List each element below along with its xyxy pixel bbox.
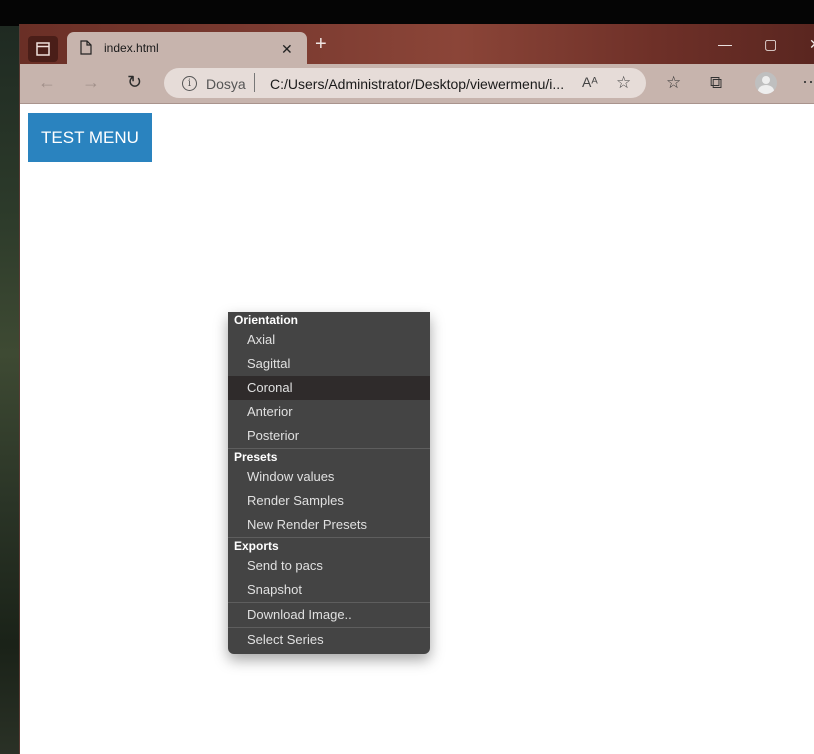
- menu-item-sagittal[interactable]: Sagittal: [228, 352, 430, 376]
- back-button[interactable]: ←: [38, 72, 56, 93]
- menu-item-anterior[interactable]: Anterior: [228, 400, 430, 424]
- menu-item-select-series[interactable]: Select Series: [228, 628, 430, 652]
- read-aloud-icon[interactable]: Aᴬ: [582, 74, 598, 90]
- profile-avatar[interactable]: [755, 72, 777, 94]
- close-window-button[interactable]: ✕: [809, 36, 814, 53]
- file-icon: [80, 40, 92, 55]
- page-content: TEST MENU Orientation Axial Sagittal Cor…: [20, 104, 814, 754]
- new-tab-button[interactable]: +: [315, 34, 327, 54]
- title-bar: index.html ✕ + — ▢ ✕: [20, 24, 814, 64]
- menu-item-new-render-presets[interactable]: New Render Presets: [228, 513, 430, 537]
- menu-header-orientation: Orientation: [234, 313, 299, 327]
- menu-item-posterior[interactable]: Posterior: [228, 424, 430, 448]
- desktop-background-left: [0, 26, 19, 754]
- menu-item-axial[interactable]: Axial: [228, 328, 430, 352]
- browser-toolbar: ← → ↻ i Dosya C:/Users/Administrator/Des…: [20, 64, 814, 104]
- browser-window: index.html ✕ + — ▢ ✕ ← → ↻ i Dosya C:/Us…: [19, 24, 814, 754]
- tab-index-html[interactable]: index.html ✕: [67, 32, 307, 64]
- tab-actions-button[interactable]: [28, 36, 58, 62]
- address-protocol: Dosya: [206, 76, 246, 92]
- menu-item-window-values[interactable]: Window values: [228, 465, 430, 489]
- address-separator: [254, 73, 255, 92]
- tab-title: index.html: [104, 41, 159, 55]
- address-url[interactable]: C:/Users/Administrator/Desktop/viewermen…: [270, 76, 570, 92]
- menu-item-render-samples[interactable]: Render Samples: [228, 489, 430, 513]
- forward-button[interactable]: →: [82, 72, 100, 93]
- tab-actions-icon: [36, 42, 50, 56]
- collections-icon[interactable]: ⧉: [710, 73, 722, 93]
- menu-item-coronal[interactable]: Coronal: [228, 376, 430, 400]
- address-bar[interactable]: i Dosya C:/Users/Administrator/Desktop/v…: [164, 68, 646, 98]
- close-tab-icon[interactable]: ✕: [281, 41, 293, 58]
- menu-item-download-image[interactable]: Download Image..: [228, 603, 430, 627]
- refresh-button[interactable]: ↻: [127, 72, 142, 93]
- menu-header-presets: Presets: [234, 450, 278, 464]
- minimize-button[interactable]: —: [718, 36, 732, 52]
- add-favorite-icon[interactable]: ☆: [616, 73, 631, 93]
- favorites-icon[interactable]: ☆: [666, 73, 681, 93]
- desktop-background-top: [0, 0, 814, 26]
- test-menu-button[interactable]: TEST MENU: [28, 113, 152, 162]
- menu-header-exports: Exports: [234, 539, 279, 553]
- menu-item-snapshot[interactable]: Snapshot: [228, 578, 430, 602]
- info-icon[interactable]: i: [182, 76, 197, 91]
- more-options-icon[interactable]: ···: [802, 71, 814, 92]
- context-menu: Orientation Axial Sagittal Coronal Anter…: [228, 312, 430, 654]
- menu-item-send-to-pacs[interactable]: Send to pacs: [228, 554, 430, 578]
- maximize-button[interactable]: ▢: [764, 36, 777, 53]
